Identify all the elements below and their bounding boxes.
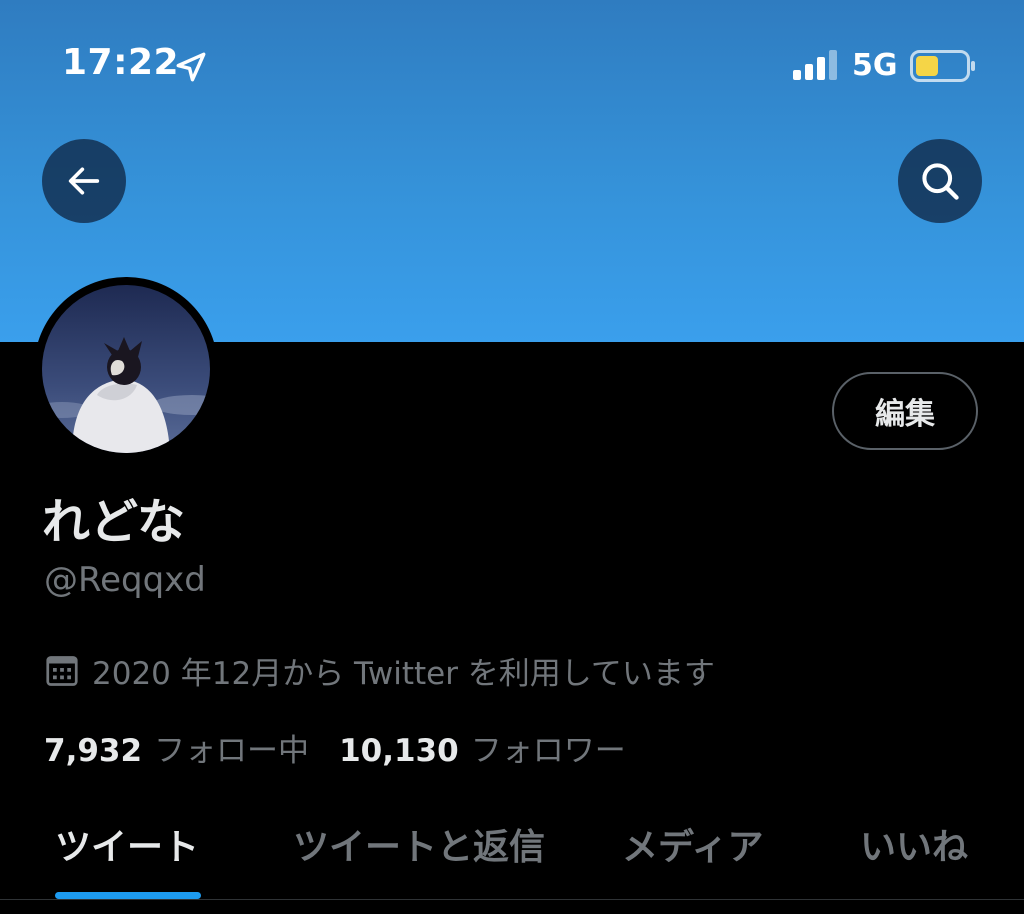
- following-label[interactable]: フォロー中: [154, 725, 309, 770]
- followers-label[interactable]: フォロワー: [471, 725, 626, 770]
- edit-profile-button[interactable]: 編集: [832, 372, 978, 450]
- tab-tweets-and-replies[interactable]: ツイートと返信: [293, 818, 545, 870]
- battery-icon: [910, 50, 975, 82]
- avatar-photo: [42, 285, 210, 453]
- back-button[interactable]: [42, 139, 126, 223]
- followers-count[interactable]: 10,130: [339, 733, 459, 769]
- joined-date-text: 2020 年12月から Twitter を利用しています: [92, 656, 715, 692]
- profile-screen: 17:22 5G 編集 れどな @Reqqxd 2020 年12月から Twit…: [0, 0, 1024, 914]
- user-handle: @Reqqxd: [44, 560, 206, 600]
- status-time: 17:22: [62, 42, 180, 83]
- profile-avatar[interactable]: [34, 277, 218, 461]
- active-tab-indicator: [55, 892, 201, 899]
- arrow-left-icon: [68, 167, 100, 195]
- display-name: れどな: [42, 494, 186, 550]
- search-icon: [922, 163, 959, 200]
- location-arrow-icon: [176, 52, 206, 82]
- tabs-divider: [0, 899, 1024, 900]
- tab-media[interactable]: メディア: [622, 818, 763, 870]
- tab-tweets[interactable]: ツイート: [55, 818, 199, 870]
- signal-strength-icon: [793, 50, 837, 80]
- network-type: 5G: [852, 48, 898, 83]
- tab-likes[interactable]: いいね: [860, 818, 968, 870]
- following-count[interactable]: 7,932: [44, 733, 142, 769]
- profile-tabs: ツイート ツイートと返信 メディア いいね: [0, 800, 1024, 900]
- follow-stats: 7,932 フォロー中 10,130 フォロワー: [44, 725, 656, 770]
- search-button[interactable]: [898, 139, 982, 223]
- joined-date-row: 2020 年12月から Twitter を利用しています: [44, 648, 715, 693]
- calendar-icon: [46, 655, 78, 686]
